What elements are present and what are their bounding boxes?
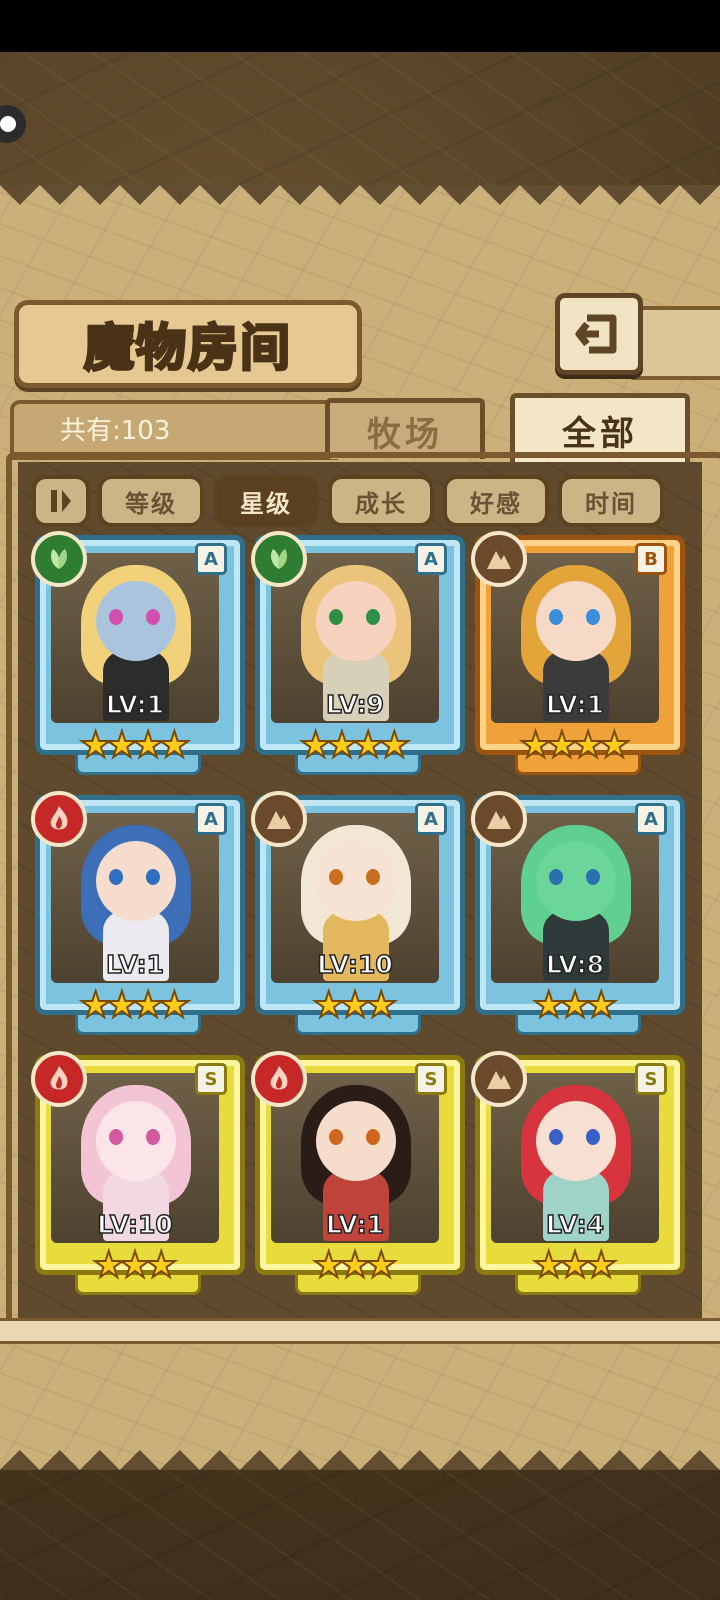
star-icon: ★	[157, 724, 191, 767]
eye	[146, 609, 160, 625]
level-label: LV:1	[325, 1209, 385, 1240]
star-icon: ★	[157, 984, 191, 1027]
star-icon: ★	[597, 724, 631, 767]
eye	[586, 1129, 600, 1145]
monster-card[interactable]: A LV:10 ★★★	[251, 791, 465, 1035]
rank-badge: A	[415, 543, 447, 575]
status-bar	[0, 0, 720, 52]
face	[536, 841, 616, 921]
face	[316, 1101, 396, 1181]
page-title: 魔物房间	[83, 317, 292, 379]
monster-count: 共有:103	[60, 416, 171, 446]
sort-order-toggle[interactable]	[32, 475, 90, 527]
level-label: LV:1	[105, 689, 165, 720]
face	[316, 841, 396, 921]
star-rating: ★★★	[35, 1244, 235, 1287]
rank-badge: S	[195, 1063, 227, 1095]
filter-stars[interactable]: 星级	[213, 475, 319, 527]
level-label: LV:4	[545, 1209, 605, 1240]
filter-growth[interactable]: 成长	[328, 475, 434, 527]
monster-card[interactable]: S LV:1 ★★★	[251, 1051, 465, 1295]
rank-badge: S	[415, 1063, 447, 1095]
level-label: LV:10	[316, 949, 393, 980]
grass-element-icon	[251, 531, 307, 587]
monster-card[interactable]: S LV:10 ★★★	[31, 1051, 245, 1295]
eye	[366, 609, 380, 625]
rank-badge: B	[635, 543, 667, 575]
level-label: LV:10	[96, 1209, 173, 1240]
monster-card[interactable]: A LV:1 ★★★★	[31, 791, 245, 1035]
eye	[549, 609, 563, 625]
rank-badge: S	[635, 1063, 667, 1095]
rank-badge: A	[195, 543, 227, 575]
fire-element-icon	[31, 1051, 87, 1107]
star-rating: ★★★★	[35, 984, 235, 1027]
eye	[109, 609, 123, 625]
star-rating: ★★★	[475, 984, 675, 1027]
rank-badge: A	[195, 803, 227, 835]
fire-element-icon	[31, 791, 87, 847]
earth-element-icon	[471, 531, 527, 587]
title-plate: 魔物房间	[14, 300, 362, 388]
filter-time[interactable]: 时间	[558, 475, 664, 527]
eye	[146, 869, 160, 885]
panel-edge-decoration-bottom	[0, 1430, 720, 1470]
face	[96, 1101, 176, 1181]
star-rating: ★★★	[255, 1244, 455, 1287]
fire-element-icon	[251, 1051, 307, 1107]
level-label: LV:1	[105, 949, 165, 980]
monster-card[interactable]: S LV:4 ★★★	[471, 1051, 685, 1295]
eye	[586, 609, 600, 625]
star-rating: ★★★★	[255, 724, 455, 767]
eye	[146, 1129, 160, 1145]
back-button[interactable]	[555, 293, 643, 375]
star-rating: ★★★	[255, 984, 455, 1027]
star-icon: ★	[144, 1244, 178, 1287]
panel-edge-decoration	[0, 185, 720, 225]
level-label: LV:9	[325, 689, 385, 720]
monster-card[interactable]: B LV:1 ★★★★	[471, 531, 685, 775]
eye	[109, 869, 123, 885]
level-label: LV:8	[545, 949, 605, 980]
star-icon: ★	[364, 1244, 398, 1287]
star-icon: ★	[584, 984, 618, 1027]
face	[536, 1101, 616, 1181]
return-arrow-icon	[575, 314, 617, 354]
level-label: LV:1	[545, 689, 605, 720]
sort-direction-icon	[51, 490, 71, 512]
grid-footer-rail	[0, 1318, 720, 1344]
star-rating: ★★★	[475, 1244, 675, 1287]
eye	[549, 869, 563, 885]
filter-level[interactable]: 等级	[98, 475, 204, 527]
face	[536, 581, 616, 661]
earth-element-icon	[471, 791, 527, 847]
eye	[329, 869, 343, 885]
face	[96, 841, 176, 921]
star-icon: ★	[377, 724, 411, 767]
star-rating: ★★★★	[475, 724, 675, 767]
tab-ranch[interactable]: 牧场	[325, 398, 485, 459]
star-rating: ★★★★	[35, 724, 235, 767]
earth-element-icon	[251, 791, 307, 847]
eye	[366, 869, 380, 885]
earth-element-icon	[471, 1051, 527, 1107]
star-icon: ★	[364, 984, 398, 1027]
monster-card[interactable]: A LV:1 ★★★★	[31, 531, 245, 775]
filter-affection[interactable]: 好感	[443, 475, 549, 527]
star-icon: ★	[584, 1244, 618, 1287]
face	[316, 581, 396, 661]
eye	[109, 1129, 123, 1145]
monster-card[interactable]: A LV:9 ★★★★	[251, 531, 465, 775]
eye	[366, 1129, 380, 1145]
eye	[549, 1129, 563, 1145]
monster-card[interactable]: A LV:8 ★★★	[471, 791, 685, 1035]
face	[96, 581, 176, 661]
rank-badge: A	[415, 803, 447, 835]
rank-badge: A	[635, 803, 667, 835]
eye	[329, 1129, 343, 1145]
eye	[329, 609, 343, 625]
grass-element-icon	[31, 531, 87, 587]
eye	[586, 869, 600, 885]
